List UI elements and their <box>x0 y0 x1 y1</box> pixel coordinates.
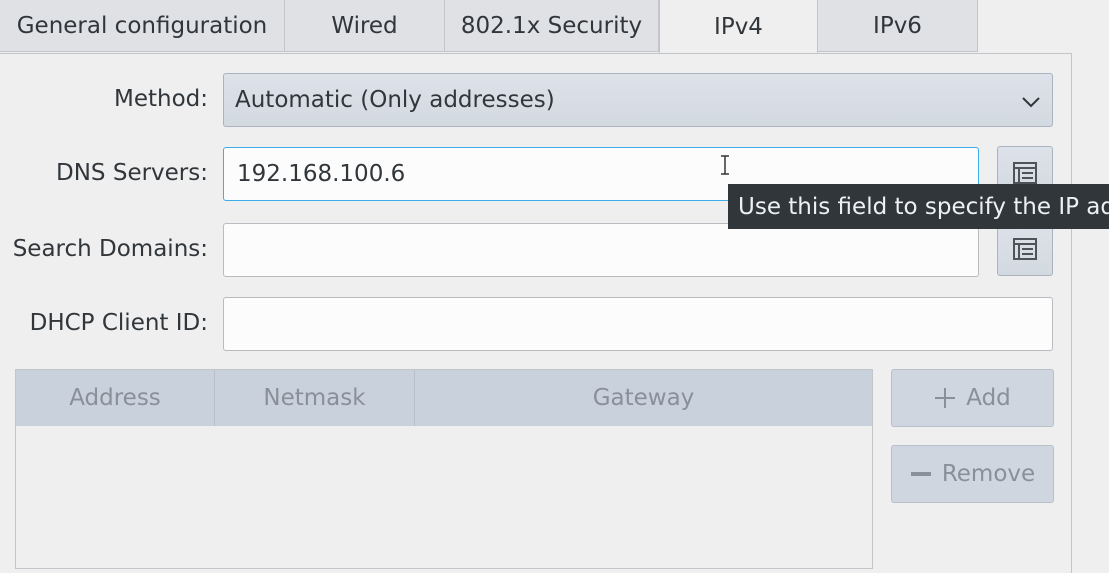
dns-servers-label: DNS Servers: <box>56 160 208 186</box>
chevron-down-icon <box>1022 97 1040 108</box>
column-header-address[interactable]: Address <box>16 370 215 426</box>
plus-icon <box>935 388 956 408</box>
address-table-header: Address Netmask Gateway <box>16 370 872 426</box>
dns-servers-tooltip: Use this field to specify the IP ad <box>728 184 1109 229</box>
tab-ipv6[interactable]: IPv6 <box>818 0 978 52</box>
remove-button[interactable]: Remove <box>891 445 1054 503</box>
dhcp-client-id-label: DHCP Client ID: <box>29 310 208 336</box>
remove-button-label: Remove <box>941 461 1036 487</box>
method-select[interactable]: Automatic (Only addresses) <box>223 73 1053 127</box>
tooltip-text: Use this field to specify the IP ad <box>738 193 1109 220</box>
search-domains-list-button[interactable] <box>997 222 1053 276</box>
search-domains-label: Search Domains: <box>12 236 208 262</box>
tab-wired[interactable]: Wired <box>285 0 445 52</box>
column-header-netmask[interactable]: Netmask <box>215 370 415 426</box>
address-table[interactable]: Address Netmask Gateway <box>15 369 873 569</box>
column-header-gateway[interactable]: Gateway <box>415 370 872 426</box>
dns-servers-value: 192.168.100.6 <box>237 161 406 187</box>
method-select-value: Automatic (Only addresses) <box>235 87 555 113</box>
tab-ipv4[interactable]: IPv4 <box>659 0 818 54</box>
add-button[interactable]: Add <box>891 369 1054 427</box>
list-edit-icon <box>1013 238 1037 260</box>
text-cursor-icon <box>721 155 729 175</box>
add-button-label: Add <box>966 385 1011 411</box>
minus-icon <box>910 472 931 476</box>
tab-bar: General configuration Wired 802.1x Secur… <box>0 0 1109 54</box>
list-edit-icon <box>1013 162 1037 184</box>
tab-general-configuration[interactable]: General configuration <box>0 0 285 52</box>
method-label: Method: <box>113 86 208 112</box>
dhcp-client-id-input[interactable] <box>223 297 1053 351</box>
tab-802-1x-security[interactable]: 802.1x Security <box>445 0 659 52</box>
search-domains-input[interactable] <box>223 223 979 277</box>
